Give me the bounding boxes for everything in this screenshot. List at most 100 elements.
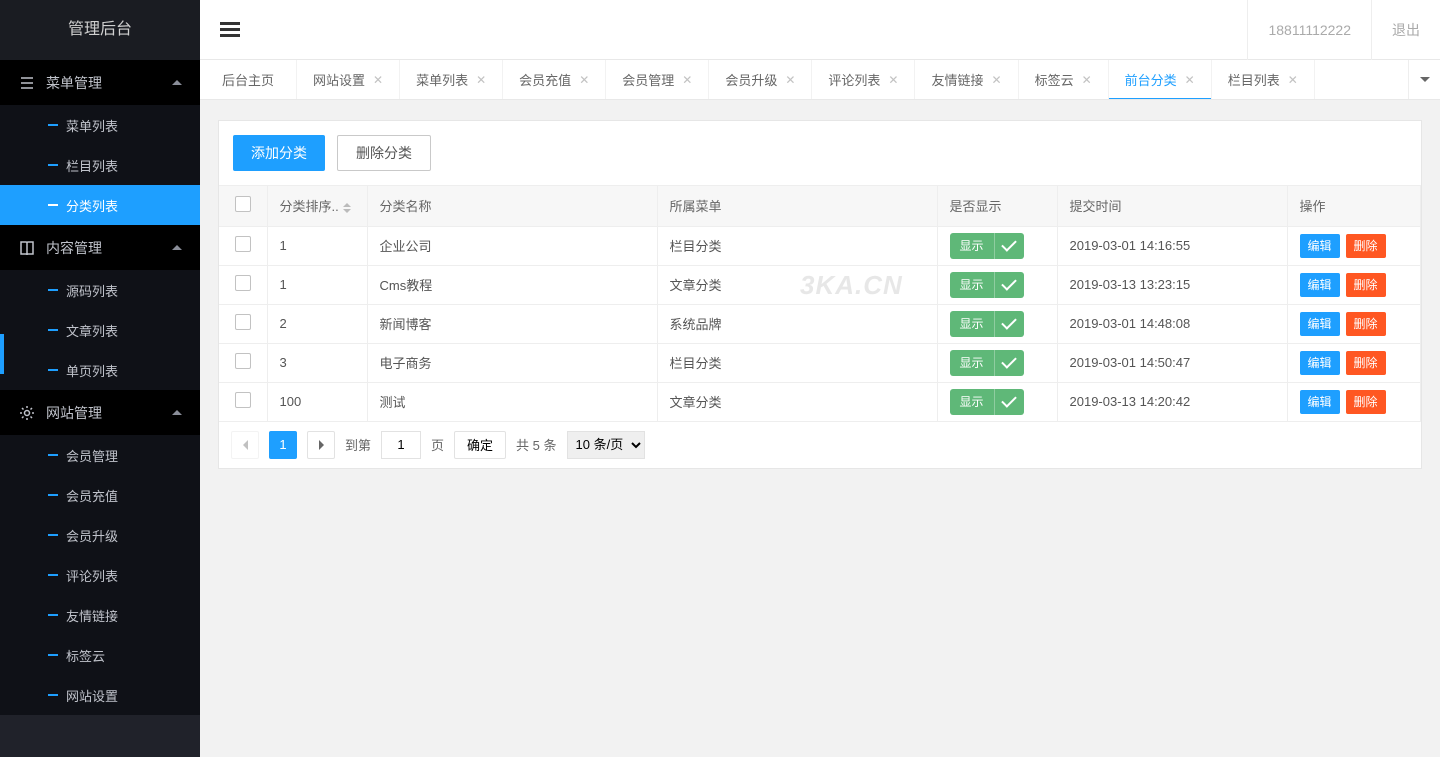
category-table: 分类排序.. 分类名称 所属菜单 是否显示 提交时间 操作 1企业公司栏目分类显… (219, 186, 1421, 422)
sidebar-item-label: 分类列表 (66, 196, 118, 215)
delete-button[interactable]: 删除 (1346, 351, 1386, 375)
delete-button[interactable]: 删除 (1346, 312, 1386, 336)
delete-button[interactable]: 删除 (1346, 234, 1386, 258)
tab-menu-list[interactable]: 菜单列表✕ (400, 60, 503, 99)
close-icon[interactable]: ✕ (992, 73, 1002, 87)
tab-label: 标签云 (1035, 70, 1074, 89)
close-icon[interactable]: ✕ (476, 73, 486, 87)
delete-button[interactable]: 删除 (1346, 390, 1386, 414)
close-icon[interactable]: ✕ (579, 73, 589, 87)
edit-button[interactable]: 编辑 (1300, 234, 1340, 258)
sidebar-item-column-list[interactable]: 栏目列表 (0, 145, 200, 185)
sidebar-item-source-list[interactable]: 源码列表 (0, 270, 200, 310)
cell-name: 企业公司 (367, 226, 657, 265)
menu-icon (18, 74, 36, 92)
close-icon[interactable]: ✕ (888, 73, 898, 87)
close-icon[interactable]: ✕ (1082, 73, 1092, 87)
pagination: 1 到第 页 确定 共 5 条 10 条/页 (219, 422, 1421, 468)
cell-sort: 1 (267, 265, 367, 304)
tab-comments[interactable]: 评论列表✕ (812, 60, 915, 99)
page-suffix-label: 页 (431, 435, 444, 454)
tab-links[interactable]: 友情链接✕ (915, 60, 1018, 99)
row-checkbox[interactable] (235, 392, 251, 408)
gear-icon (18, 404, 36, 422)
logout-button[interactable]: 退出 (1371, 0, 1440, 60)
tab-upgrade[interactable]: 会员升级✕ (709, 60, 812, 99)
cell-name: 电子商务 (367, 343, 657, 382)
sidebar-item-site-settings[interactable]: 网站设置 (0, 675, 200, 715)
sidebar-item-category-list[interactable]: 分类列表 (0, 185, 200, 225)
switch-label: 显示 (950, 272, 994, 298)
th-menu: 所属菜单 (657, 186, 937, 226)
edit-button[interactable]: 编辑 (1300, 390, 1340, 414)
cell-sort: 1 (267, 226, 367, 265)
tab-label: 后台主页 (222, 70, 274, 89)
row-checkbox[interactable] (235, 275, 251, 291)
sidebar-item-page-list[interactable]: 单页列表 (0, 350, 200, 390)
tab-bar: 后台主页网站设置✕菜单列表✕会员充值✕会员管理✕会员升级✕评论列表✕友情链接✕标… (200, 60, 1440, 100)
close-icon[interactable]: ✕ (1185, 73, 1195, 87)
row-checkbox[interactable] (235, 314, 251, 330)
edit-button[interactable]: 编辑 (1300, 312, 1340, 336)
close-icon[interactable]: ✕ (373, 73, 383, 87)
dash-icon (48, 204, 58, 206)
header-user[interactable]: 18811112222 (1247, 0, 1371, 60)
toggle-sidebar-button[interactable] (200, 0, 260, 60)
next-page-button[interactable] (307, 431, 335, 459)
sidebar-item-friend-links[interactable]: 友情链接 (0, 595, 200, 635)
edit-button[interactable]: 编辑 (1300, 351, 1340, 375)
nav-group-book[interactable]: 内容管理 (0, 225, 200, 270)
nav-group-label: 网站管理 (46, 403, 102, 423)
sidebar-item-member-upgrade[interactable]: 会员升级 (0, 515, 200, 555)
close-icon[interactable]: ✕ (785, 73, 795, 87)
chevron-left-icon (243, 440, 248, 450)
nav-group-menu[interactable]: 菜单管理 (0, 60, 200, 105)
tab-tags[interactable]: 标签云 ✕ (1019, 60, 1109, 99)
sidebar-item-article-list[interactable]: 文章列表 (0, 310, 200, 350)
page-number[interactable]: 1 (269, 431, 297, 459)
visibility-switch[interactable]: 显示 (950, 233, 1024, 259)
tab-label: 会员充值 (519, 70, 571, 89)
row-checkbox[interactable] (235, 236, 251, 252)
goto-page-input[interactable] (381, 431, 421, 459)
visibility-switch[interactable]: 显示 (950, 272, 1024, 298)
sidebar-item-menu-list[interactable]: 菜单列表 (0, 105, 200, 145)
delete-button[interactable]: 删除 (1346, 273, 1386, 297)
nav-group-label: 菜单管理 (46, 73, 102, 93)
goto-confirm-button[interactable]: 确定 (454, 431, 506, 459)
close-icon[interactable]: ✕ (682, 73, 692, 87)
tab-home[interactable]: 后台主页 (200, 60, 297, 99)
tab-recharge[interactable]: 会员充值 ✕ (503, 60, 606, 99)
sidebar: 管理后台 菜单管理菜单列表栏目列表分类列表内容管理源码列表文章列表单页列表网站管… (0, 0, 200, 757)
per-page-select[interactable]: 10 条/页 (567, 431, 645, 459)
cell-menu: 系统品牌 (657, 304, 937, 343)
visibility-switch[interactable]: 显示 (950, 389, 1024, 415)
delete-category-button[interactable]: 删除分类 (337, 135, 431, 171)
th-sort[interactable]: 分类排序.. (267, 186, 367, 226)
sidebar-item-tag-cloud[interactable]: 标签云 (0, 635, 200, 675)
nav-group-gear[interactable]: 网站管理 (0, 390, 200, 435)
close-icon[interactable]: ✕ (1288, 73, 1298, 87)
tab-member[interactable]: 会员管理 ✕ (606, 60, 709, 99)
visibility-switch[interactable]: 显示 (950, 311, 1024, 337)
sidebar-item-label: 栏目列表 (66, 156, 118, 175)
tab-columns[interactable]: 栏目列表✕ (1212, 60, 1315, 99)
tab-more-button[interactable] (1408, 60, 1440, 99)
tab-site-settings[interactable]: 网站设置✕ (297, 60, 400, 99)
book-icon (18, 239, 36, 257)
sidebar-item-label: 文章列表 (66, 321, 118, 340)
switch-label: 显示 (950, 350, 994, 376)
row-checkbox[interactable] (235, 353, 251, 369)
sidebar-item-member-manage[interactable]: 会员管理 (0, 435, 200, 475)
tab-front-cat[interactable]: 前台分类✕ (1109, 60, 1212, 99)
edit-button[interactable]: 编辑 (1300, 273, 1340, 297)
select-all-checkbox[interactable] (235, 196, 251, 212)
visibility-switch[interactable]: 显示 (950, 350, 1024, 376)
add-category-button[interactable]: 添加分类 (233, 135, 325, 171)
sidebar-item-label: 菜单列表 (66, 116, 118, 135)
sidebar-item-member-recharge[interactable]: 会员充值 (0, 475, 200, 515)
tab-label: 会员管理 (622, 70, 674, 89)
sidebar-item-comment-list[interactable]: 评论列表 (0, 555, 200, 595)
cell-time: 2019-03-13 14:20:42 (1057, 382, 1287, 421)
prev-page-button[interactable] (231, 431, 259, 459)
